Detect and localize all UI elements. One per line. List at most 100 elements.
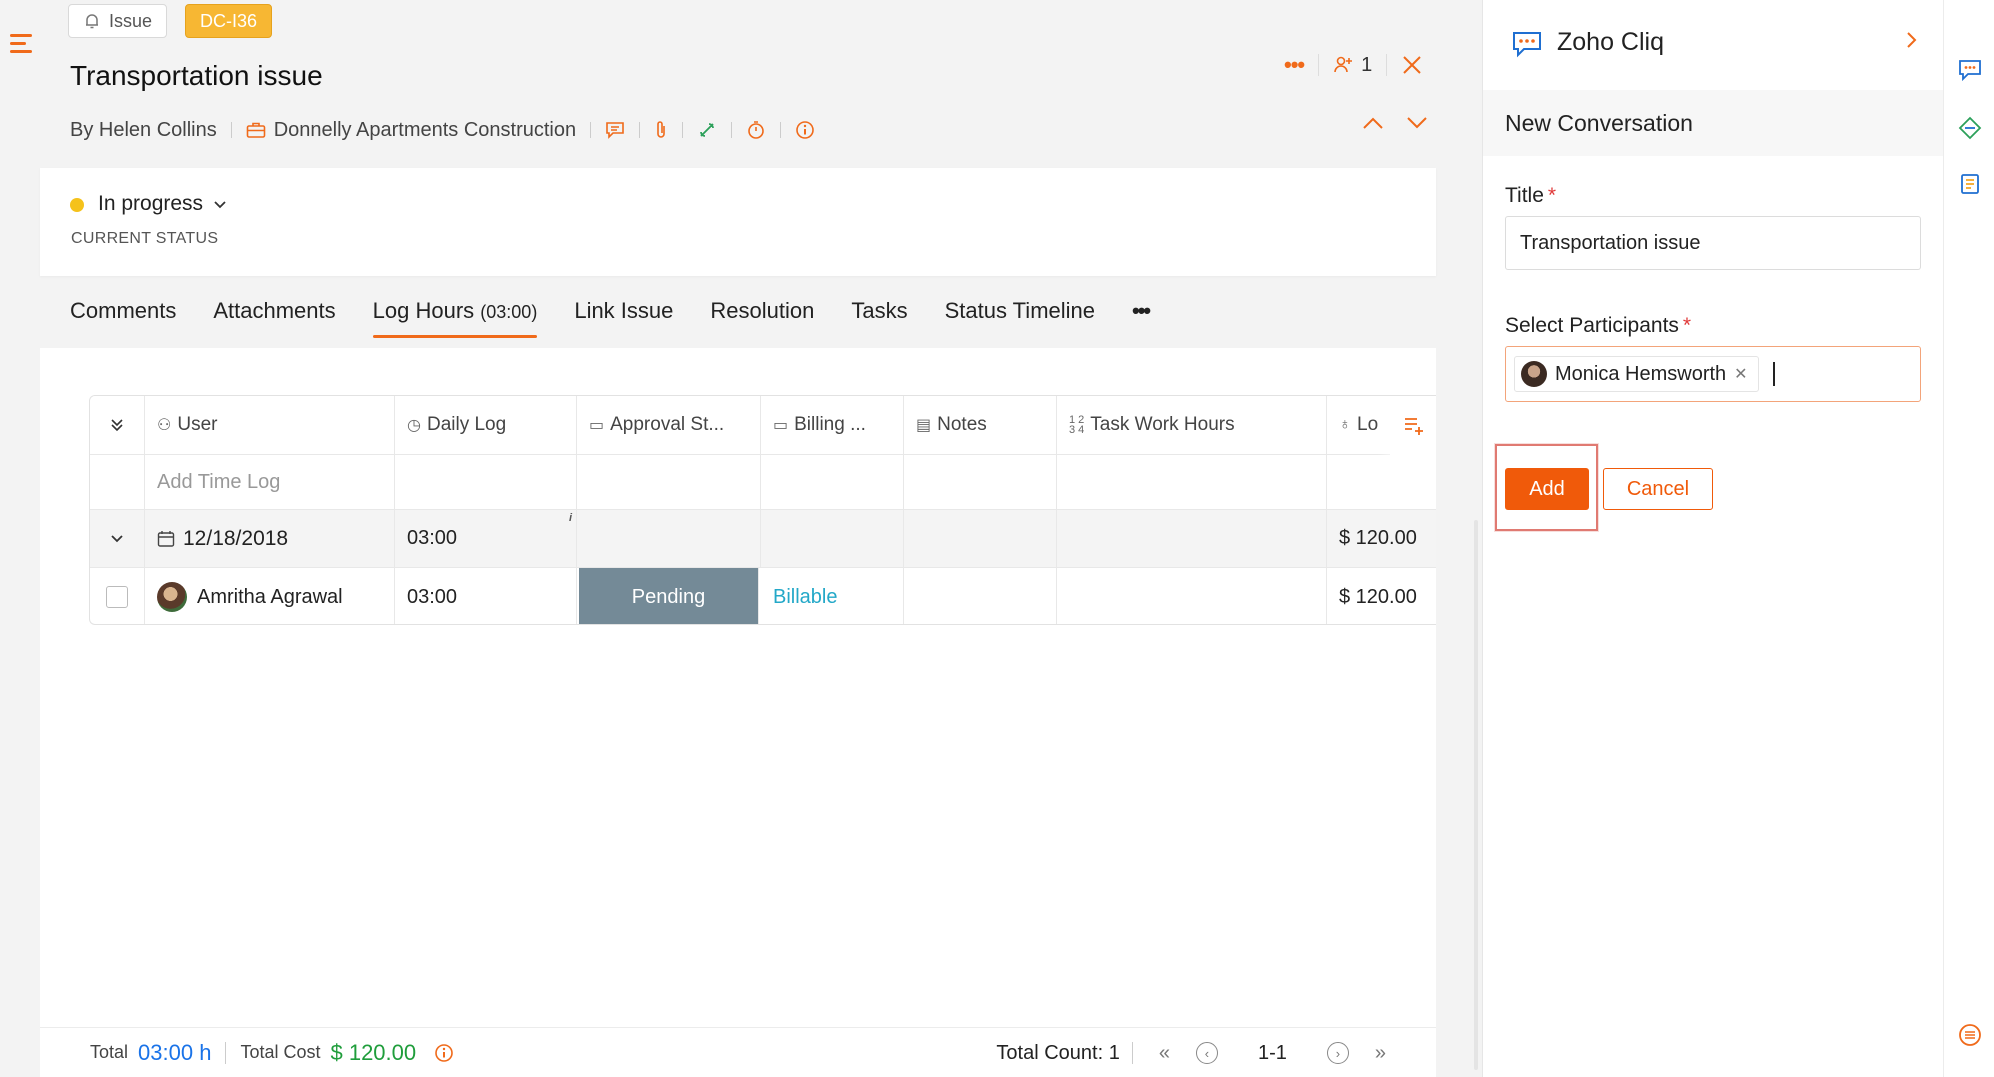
next-page-icon[interactable]: › <box>1326 1042 1349 1064</box>
info-icon[interactable] <box>795 120 815 140</box>
column-task-work-hours[interactable]: 1 23 4 Task Work Hours <box>1057 396 1327 454</box>
tab-label: Tasks <box>851 298 908 323</box>
tab-resolution[interactable]: Resolution <box>710 298 814 338</box>
empty-cell <box>90 455 145 509</box>
row-task-work-hours[interactable] <box>1057 568 1327 624</box>
column-billing[interactable]: ▭ Billing ... <box>761 396 904 454</box>
column-approval-status[interactable]: ▭ Approval St... <box>577 396 761 454</box>
info-marker-icon[interactable]: i <box>569 512 572 524</box>
timer-icon[interactable] <box>746 120 766 140</box>
more-tabs-icon[interactable]: ••• <box>1132 298 1151 338</box>
info-icon[interactable] <box>434 1043 454 1063</box>
followers-icon[interactable] <box>1333 54 1355 76</box>
empty-cell <box>1057 455 1327 509</box>
issue-meta-bar: By Helen Collins Donnelly Apartments Con… <box>70 117 815 143</box>
group-date: 12/18/2018 <box>145 510 395 567</box>
empty-cell <box>1327 455 1436 509</box>
page-range: 1-1 <box>1257 1041 1287 1064</box>
tab-status-timeline[interactable]: Status Timeline <box>945 298 1095 338</box>
add-column-icon[interactable] <box>1390 396 1436 455</box>
money-bag-icon: ♁ <box>1339 416 1351 433</box>
scrollbar[interactable] <box>1474 520 1478 1070</box>
first-page-icon[interactable]: « <box>1159 1042 1170 1065</box>
menu-icon[interactable] <box>10 34 32 54</box>
title-label-text: Title <box>1505 184 1544 207</box>
comment-icon[interactable] <box>605 121 625 139</box>
issue-title: Transportation issue <box>70 60 323 91</box>
empty-cell <box>761 510 904 567</box>
column-label: User <box>177 414 218 435</box>
row-user-name: Amritha Agrawal <box>197 585 343 608</box>
chevron-down-icon[interactable] <box>1406 116 1428 130</box>
date-group-row: 12/18/2018 03:00 i $ 120.00 <box>90 510 1436 568</box>
group-daily-log-value: 03:00 <box>407 527 458 549</box>
empty-cell <box>395 455 577 509</box>
row-notes[interactable] <box>904 568 1057 624</box>
empty-cell <box>577 455 761 509</box>
attachment-icon[interactable] <box>654 120 668 140</box>
column-label: Daily Log <box>426 414 507 435</box>
tab-link-issue[interactable]: Link Issue <box>574 298 673 338</box>
cancel-button[interactable]: Cancel <box>1603 468 1713 510</box>
column-daily-log[interactable]: ◷ Daily Log <box>395 396 577 454</box>
row-cost: $ 120.00 <box>1327 568 1436 624</box>
tab-comments[interactable]: Comments <box>70 298 176 338</box>
dropdown-field-icon: ▭ <box>773 417 789 434</box>
row-billing[interactable]: Billable <box>761 568 904 624</box>
close-icon[interactable] <box>1401 54 1423 76</box>
column-notes[interactable]: ▤ Notes <box>904 396 1057 454</box>
column-user[interactable]: ⚇ User <box>145 396 395 454</box>
title-input-value: Transportation issue <box>1520 231 1701 254</box>
prev-page-icon[interactable]: ‹ <box>1195 1042 1218 1064</box>
notes-icon: ▤ <box>916 417 932 434</box>
approval-status-badge[interactable]: Pending <box>579 568 759 624</box>
issue-project[interactable]: Donnelly Apartments Construction <box>274 119 576 142</box>
chevron-up-icon[interactable] <box>1362 116 1384 130</box>
add-time-log-placeholder: Add Time Log <box>157 470 281 493</box>
participant-name: Monica Hemsworth <box>1555 362 1727 385</box>
menu-circle-icon[interactable] <box>1958 1023 1982 1047</box>
chevron-right-icon[interactable] <box>1905 30 1919 50</box>
cliq-subtitle: New Conversation <box>1505 110 1693 136</box>
remove-participant-icon[interactable]: ✕ <box>1734 364 1747 384</box>
link-icon[interactable] <box>697 120 717 140</box>
avatar <box>157 582 187 612</box>
status-dropdown[interactable]: In progress <box>98 192 227 216</box>
calendar-icon <box>157 530 175 547</box>
participants-input[interactable]: Monica Hemsworth ✕ <box>1505 346 1921 402</box>
time-log-table: ⚇ User ◷ Daily Log ▭ Approval St... ▭ Billin… <box>89 395 1436 625</box>
total-count: Total Count: 1 <box>996 1041 1120 1064</box>
participants-label: Select Participants * <box>1505 314 1692 337</box>
add-button[interactable]: Add <box>1505 468 1589 510</box>
cliq-header: Zoho Cliq <box>1483 0 1944 90</box>
new-conversation-form: Title * Transportation issue Select Parti… <box>1483 156 1944 1077</box>
workflow-icon[interactable] <box>1958 116 1982 140</box>
avatar <box>1521 361 1547 387</box>
more-options-icon[interactable]: ••• <box>1284 52 1305 78</box>
table-footer: Total 03:00 h Total Cost $ 120.00 Total … <box>40 1027 1436 1077</box>
collapse-all-icon[interactable] <box>90 396 145 454</box>
tab-label: Resolution <box>710 298 815 323</box>
row-daily-log[interactable]: 03:00 <box>395 568 577 624</box>
title-input[interactable]: Transportation issue <box>1505 216 1921 270</box>
empty-cell <box>904 510 1057 567</box>
tab-tasks[interactable]: Tasks <box>851 298 907 338</box>
add-time-log-input[interactable]: Add Time Log <box>145 455 395 509</box>
table-row: Amritha Agrawal 03:00 Pending Billable $… <box>90 568 1436 624</box>
approval-status-value: Pending <box>631 585 706 608</box>
empty-cell <box>577 510 761 567</box>
row-checkbox[interactable] <box>90 568 145 624</box>
last-page-icon[interactable]: » <box>1375 1042 1386 1065</box>
row-user[interactable]: Amritha Agrawal <box>145 568 395 624</box>
collapse-group-icon[interactable] <box>90 510 145 567</box>
notes-icon[interactable] <box>1958 172 1982 196</box>
participant-token: Monica Hemsworth ✕ <box>1514 356 1759 392</box>
tab-label: Link Issue <box>574 298 674 323</box>
tab-attachments[interactable]: Attachments <box>213 298 335 338</box>
tab-log-hours[interactable]: Log Hours (03:00) <box>372 298 538 338</box>
row-billing-value: Billable <box>773 585 838 608</box>
pagination: Total Count: 1 « ‹ 1-1 › » <box>996 1028 1386 1077</box>
chat-icon[interactable] <box>1958 58 1982 82</box>
column-label: Notes <box>937 414 987 435</box>
tab-count: (03:00) <box>480 302 538 322</box>
